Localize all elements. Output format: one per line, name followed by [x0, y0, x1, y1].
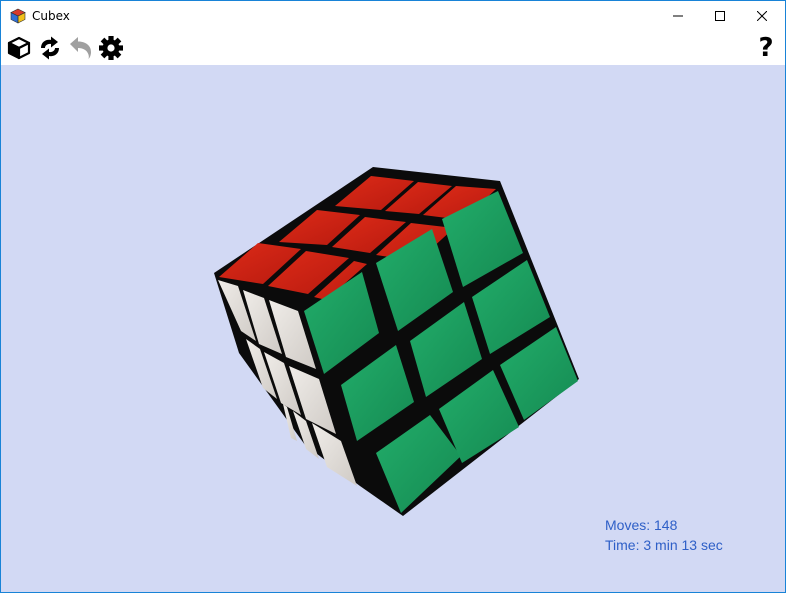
question-mark-icon: ? [758, 33, 774, 63]
cube-icon [7, 36, 31, 60]
maximize-icon [715, 11, 725, 21]
toolbar: ? [1, 31, 785, 65]
close-button[interactable] [739, 1, 785, 31]
help-button[interactable]: ? [753, 35, 779, 61]
rubiks-cube-3d[interactable] [1, 65, 785, 592]
game-stats: Moves: 148 Time: 3 min 13 sec [605, 515, 723, 555]
moves-counter: Moves: 148 [605, 515, 723, 535]
shuffle-button[interactable] [37, 35, 63, 61]
window-title: Cubex [32, 9, 70, 23]
cube-viewport[interactable]: Moves: 148 Time: 3 min 13 sec [1, 65, 785, 592]
moves-value: 148 [654, 517, 678, 533]
new-cube-button[interactable] [6, 35, 32, 61]
close-icon [757, 11, 767, 21]
gear-icon [99, 36, 123, 60]
maximize-button[interactable] [697, 1, 743, 31]
app-window: Cubex ? Moves: 148 Time: 3 min 13 sec [0, 0, 786, 593]
cube-app-icon [10, 8, 26, 24]
time-label: Time: [605, 537, 640, 553]
title-bar[interactable]: Cubex [1, 1, 785, 31]
undo-arrow-icon [70, 37, 91, 59]
time-counter: Time: 3 min 13 sec [605, 535, 723, 555]
undo-button[interactable] [68, 35, 94, 61]
minimize-button[interactable] [655, 1, 701, 31]
moves-label: Moves: [605, 517, 651, 533]
shuffle-arrows-icon [41, 36, 59, 60]
time-value: 3 min 13 sec [643, 537, 723, 553]
settings-button[interactable] [98, 35, 124, 61]
minimize-icon [673, 15, 683, 17]
